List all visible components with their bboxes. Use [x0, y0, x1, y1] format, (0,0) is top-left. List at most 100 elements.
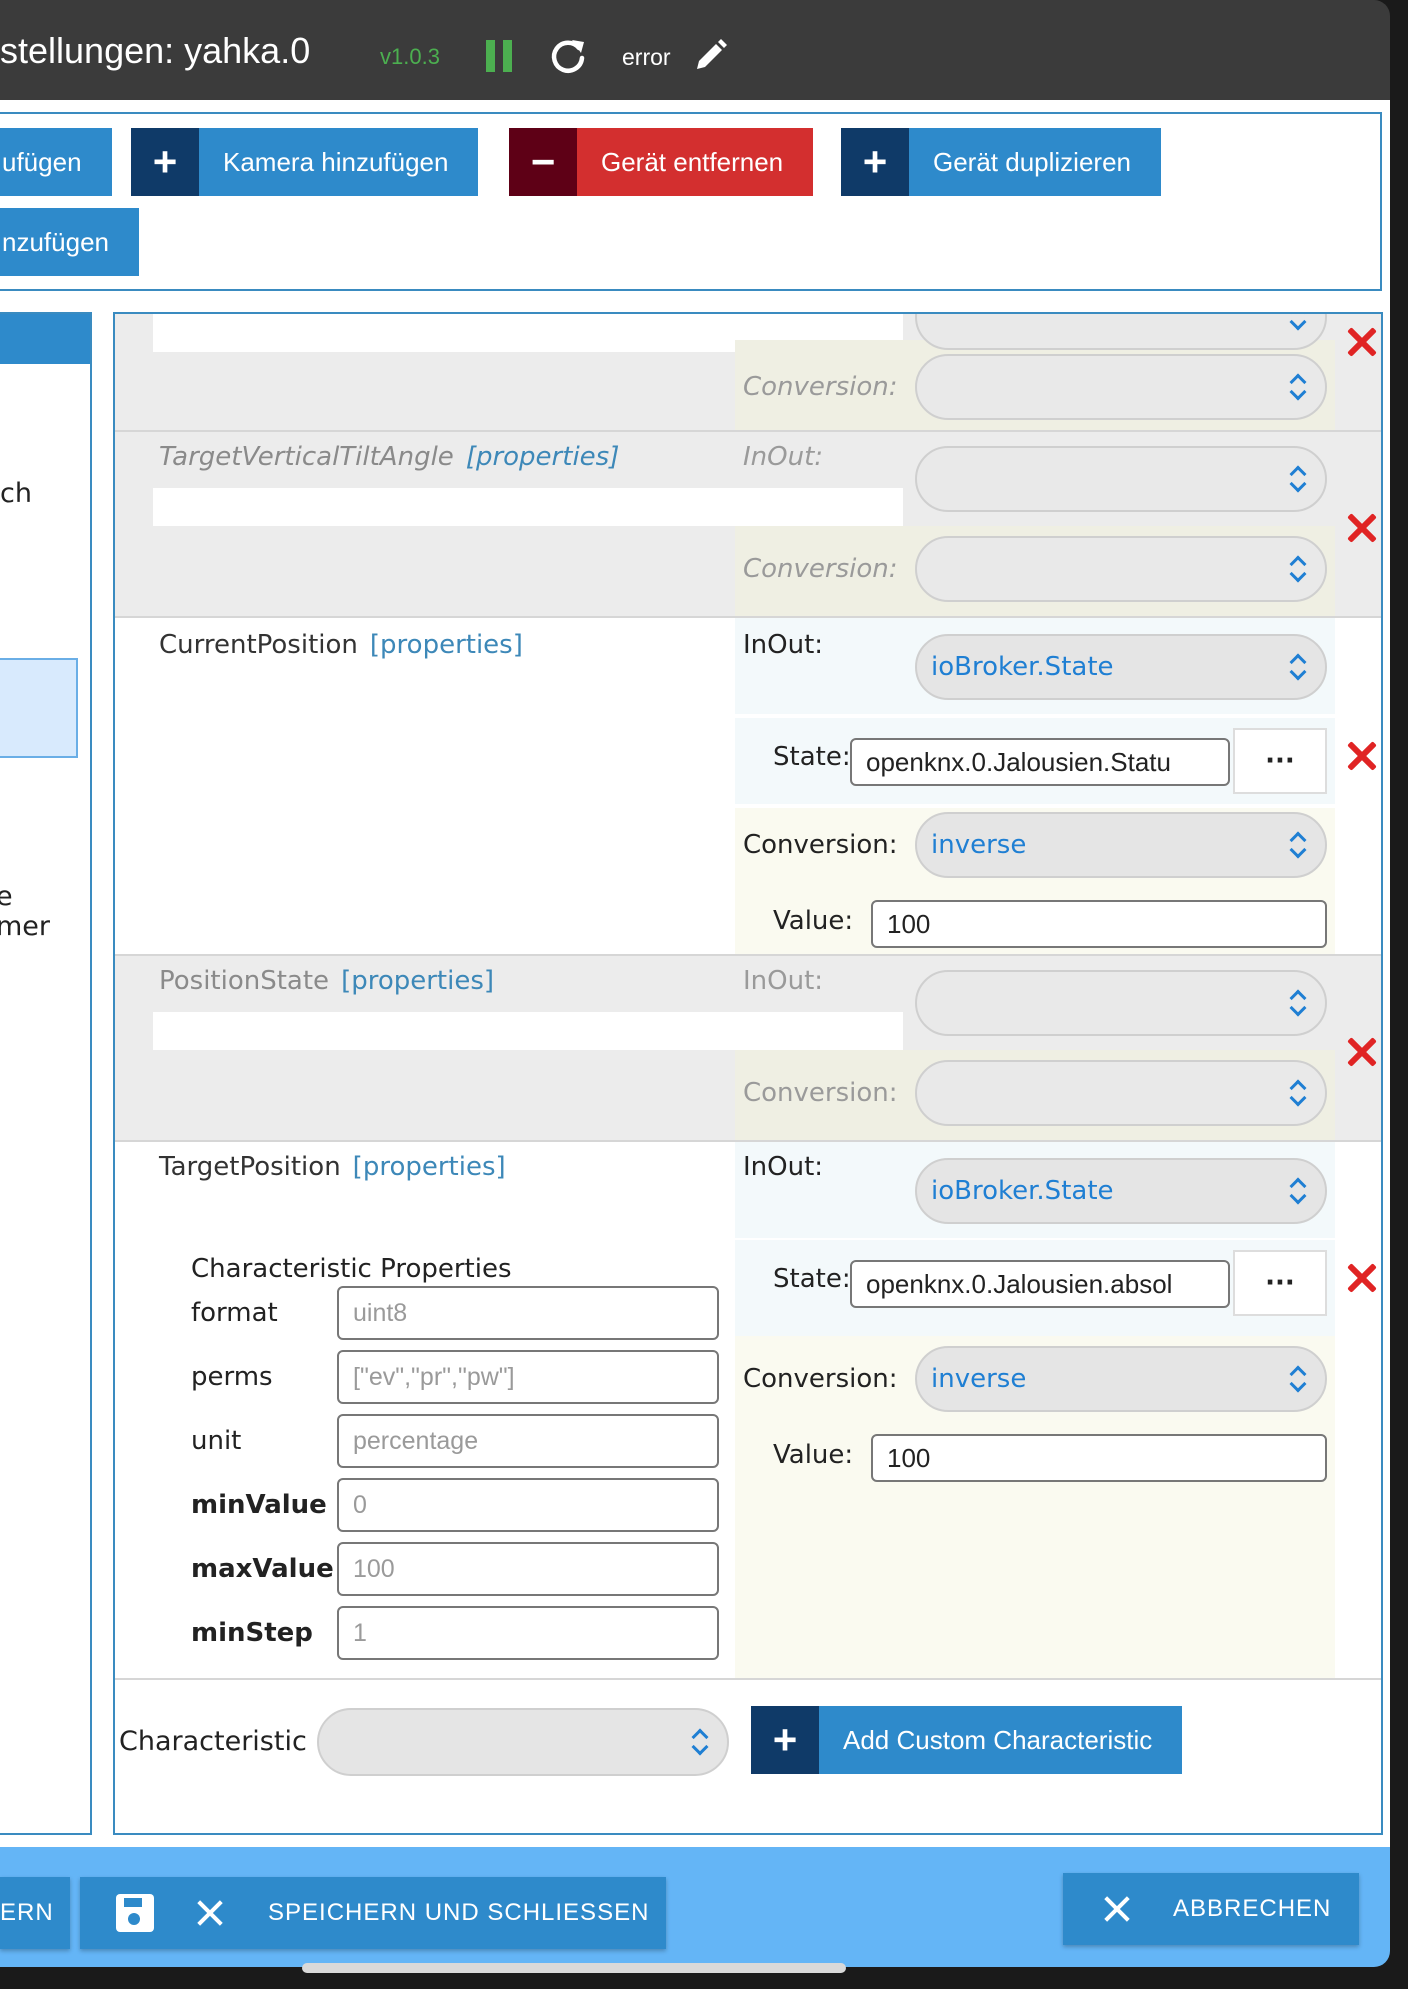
chevron-updown-icon [691, 1729, 709, 1755]
delete-characteristic-icon[interactable] [1345, 1036, 1377, 1068]
add-button-partial[interactable]: ufügen [0, 128, 112, 196]
plus-icon: + [841, 128, 909, 196]
conversion-select[interactable] [915, 536, 1327, 602]
inout-select[interactable] [915, 446, 1327, 512]
close-icon [196, 1899, 224, 1927]
characteristic-row-target-position: TargetPosition [properties] InOut: ioBrok… [115, 1142, 1381, 1680]
save-icon [116, 1894, 154, 1932]
characteristic-name: PositionState [159, 966, 330, 996]
properties-link[interactable]: [properties] [370, 630, 523, 660]
delete-characteristic-icon[interactable] [1345, 1262, 1377, 1294]
minus-icon: − [509, 128, 577, 196]
inout-label: InOut: [743, 630, 824, 660]
inout-label: InOut: [743, 1152, 824, 1182]
chevron-updown-icon [1289, 1366, 1307, 1392]
conversion-select[interactable]: inverse [915, 1346, 1327, 1412]
characteristic-row: Conversion: [115, 314, 1381, 432]
characteristic-label: Characteristic [119, 1726, 307, 1757]
value-input[interactable]: 100 [871, 900, 1327, 948]
conversion-label: Conversion: [743, 1078, 898, 1108]
prop-key-minstep: minStep [191, 1618, 313, 1648]
prop-input-unit[interactable]: percentage [337, 1414, 719, 1468]
device-list-item[interactable]: ch [0, 478, 32, 509]
value-label: Value: [773, 1440, 854, 1470]
conversion-label: Conversion: [743, 1364, 898, 1394]
add-button-partial-2[interactable]: nzufügen [0, 208, 139, 276]
chevron-updown-icon [1289, 466, 1307, 492]
state-label: State: [773, 742, 851, 772]
dialog-title-bar: stellungen: yahka.0 v1.0.3 error [0, 0, 1390, 100]
close-icon [1103, 1895, 1131, 1923]
prop-key-minvalue: minValue [191, 1490, 327, 1520]
prop-key-perms: perms [191, 1362, 273, 1392]
save-and-close-button[interactable]: SPEICHERN UND SCHLIESSEN [80, 1877, 666, 1949]
prop-input-perms[interactable]: ["ev","pr","pw"] [337, 1350, 719, 1404]
prop-key-format: format [191, 1298, 278, 1328]
value-input[interactable]: 100 [871, 1434, 1327, 1482]
inout-label: InOut: [743, 442, 824, 472]
characteristic-name: TargetPosition [159, 1152, 341, 1182]
chevron-updown-icon [1289, 832, 1307, 858]
device-list: ch e mer [0, 312, 92, 1835]
conversion-label: Conversion: [743, 554, 898, 584]
device-list-item[interactable]: e mer [0, 882, 50, 942]
chevron-updown-icon [1289, 990, 1307, 1016]
select-state-button[interactable]: ··· [1233, 1250, 1327, 1316]
characteristic-select[interactable] [317, 1708, 729, 1776]
delete-characteristic-icon[interactable] [1345, 512, 1377, 544]
conversion-label: Conversion: [743, 830, 898, 860]
inout-select[interactable]: ioBroker.State [915, 1158, 1327, 1224]
cancel-button[interactable]: ABBRECHEN [1063, 1873, 1359, 1945]
prop-key-maxvalue: maxValue [191, 1554, 334, 1584]
conversion-select[interactable] [915, 1060, 1327, 1126]
delete-characteristic-icon[interactable] [1345, 326, 1377, 358]
dialog-body: ufügen + Kamera hinzufügen − Gerät entfe… [0, 100, 1390, 1847]
value-label: Value: [773, 906, 854, 936]
state-input[interactable]: openknx.0.Jalousien.Statu [850, 738, 1230, 786]
device-toolbar: ufügen + Kamera hinzufügen − Gerät entfe… [0, 112, 1382, 291]
conversion-select[interactable] [915, 354, 1327, 420]
chevron-updown-icon [1289, 1178, 1307, 1204]
chevron-updown-icon [1289, 314, 1307, 330]
characteristic-name: TargetVerticalTiltAngle [159, 442, 454, 472]
dialog-actions: ERN SPEICHERN UND SCHLIESSEN ABBRECHEN [0, 1847, 1390, 1967]
duplicate-device-button[interactable]: + Gerät duplizieren [841, 128, 1161, 196]
delete-characteristic-icon[interactable] [1345, 740, 1377, 772]
remove-device-button[interactable]: − Gerät entfernen [509, 128, 814, 196]
chevron-updown-icon [1289, 556, 1307, 582]
chevron-updown-icon [1289, 1080, 1307, 1106]
pause-icon[interactable] [486, 40, 514, 72]
prop-input-minstep[interactable]: 1 [337, 1606, 719, 1660]
prop-key-unit: unit [191, 1426, 242, 1456]
status-text: error [622, 44, 671, 70]
characteristic-name: CurrentPosition [159, 630, 358, 660]
properties-link[interactable]: [properties] [341, 966, 494, 996]
chevron-updown-icon [1289, 374, 1307, 400]
properties-link[interactable]: [properties] [466, 442, 620, 472]
dialog-title: stellungen: yahka.0 [0, 30, 311, 71]
conversion-select[interactable]: inverse [915, 812, 1327, 878]
plus-icon: + [751, 1706, 819, 1774]
properties-link[interactable]: [properties] [353, 1152, 506, 1182]
inout-select[interactable]: ioBroker.State [915, 634, 1327, 700]
prop-input-maxvalue[interactable]: 100 [337, 1542, 719, 1596]
add-custom-characteristic-button[interactable]: + Add Custom Characteristic [751, 1706, 1183, 1774]
reload-icon[interactable] [548, 36, 588, 76]
save-button-partial[interactable]: ERN [0, 1877, 70, 1949]
plus-icon: + [131, 128, 199, 196]
inout-select[interactable] [915, 314, 1327, 350]
state-input[interactable]: openknx.0.Jalousien.absol [850, 1260, 1230, 1308]
characteristic-row-current-position: CurrentPosition [properties] InOut: ioBro… [115, 618, 1381, 956]
state-label: State: [773, 1264, 851, 1294]
prop-input-minvalue[interactable]: 0 [337, 1478, 719, 1532]
chevron-updown-icon [1289, 654, 1307, 680]
inout-select[interactable] [915, 970, 1327, 1036]
device-list-item-selected[interactable] [0, 658, 78, 758]
characteristic-row-target-vertical-tilt-angle: TargetVerticalTiltAngle [properties] InOu… [115, 432, 1381, 618]
version-label: v1.0.3 [380, 44, 440, 69]
add-camera-button[interactable]: + Kamera hinzufügen [131, 128, 479, 196]
conversion-label: Conversion: [743, 372, 898, 402]
pencil-icon[interactable] [692, 38, 728, 74]
select-state-button[interactable]: ··· [1233, 728, 1327, 794]
prop-input-format[interactable]: uint8 [337, 1286, 719, 1340]
